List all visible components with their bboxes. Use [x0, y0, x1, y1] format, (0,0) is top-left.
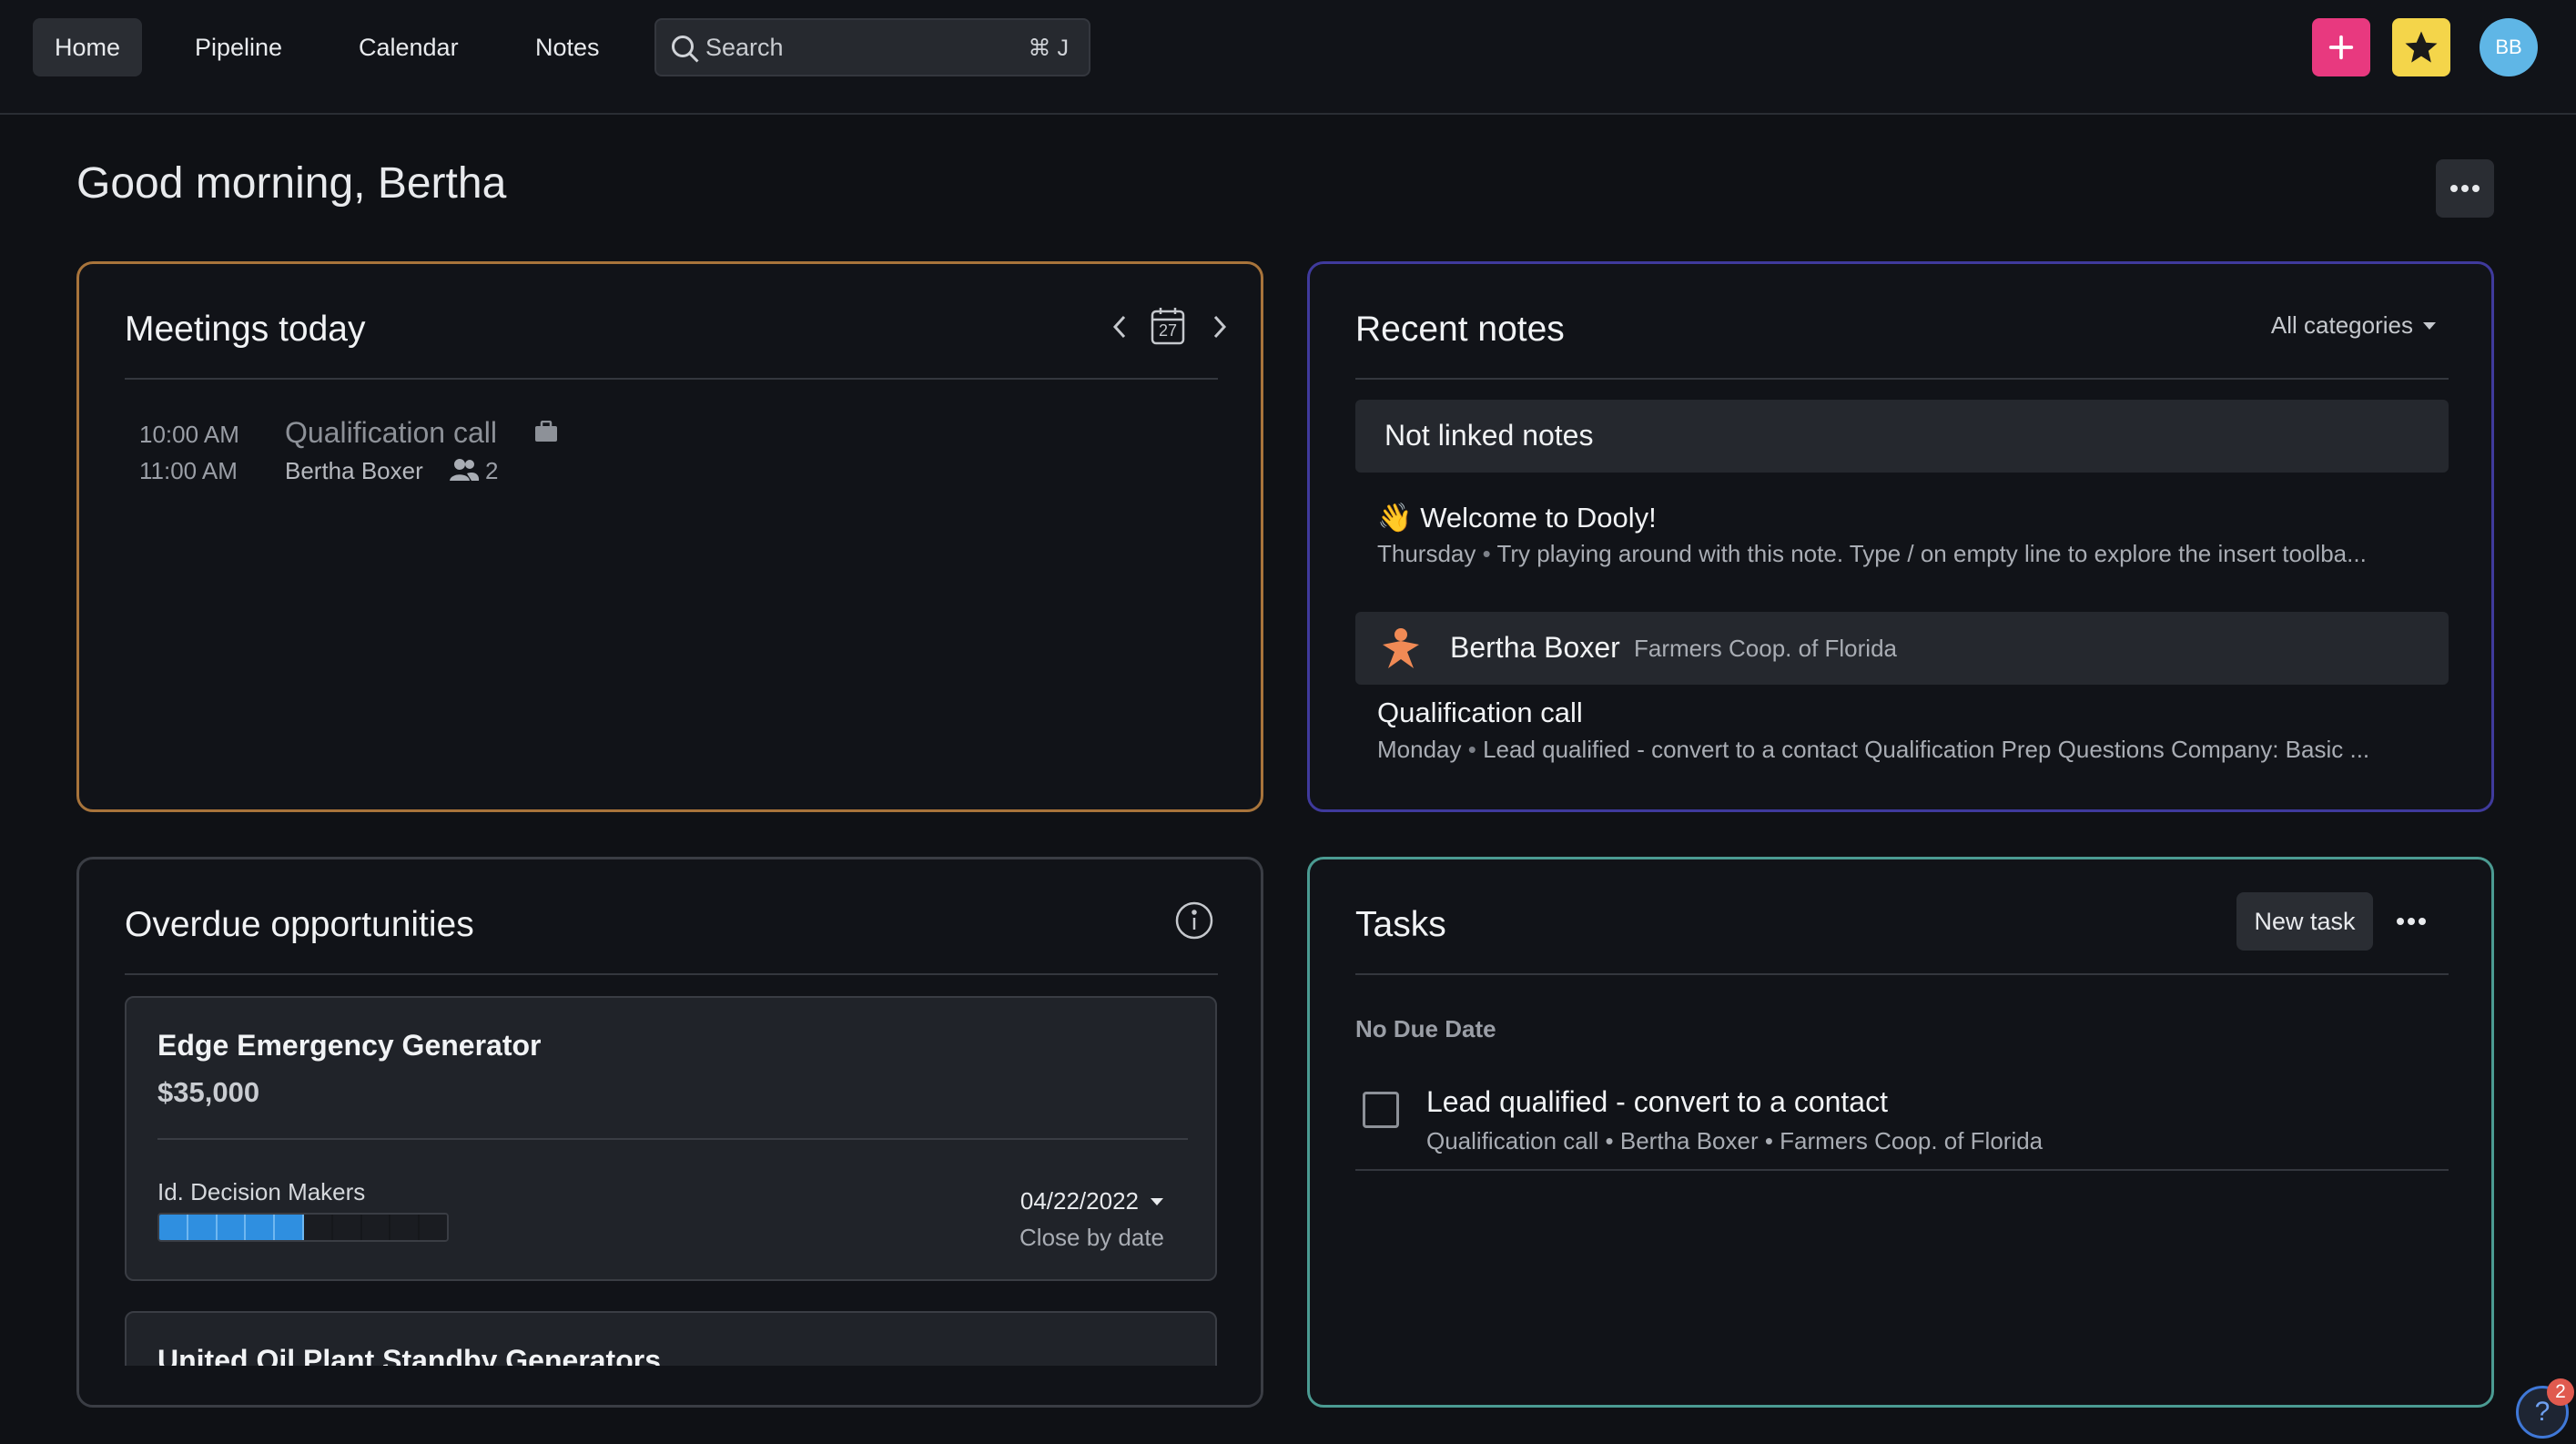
meeting-start-time: 10:00 AM [139, 421, 239, 448]
overdue-opportunities-card: Overdue opportunities Edge Emergency Gen… [76, 857, 1263, 1408]
note-title: Qualification call [1377, 697, 1583, 728]
note-preview: Lead qualified - convert to a contact Qu… [1483, 736, 2370, 763]
chevron-right-icon[interactable] [1208, 311, 1232, 342]
stage-progress-bar[interactable] [157, 1213, 449, 1242]
opportunity-amount: $35,000 [157, 1076, 260, 1108]
close-date-dropdown[interactable]: 04/22/2022 [1020, 1187, 1164, 1215]
meeting-title: Qualification call [285, 416, 497, 449]
chevron-left-icon[interactable] [1108, 311, 1131, 342]
add-button[interactable] [2312, 18, 2370, 76]
search-placeholder: Search [705, 33, 784, 61]
category-filter-label: All categories [2270, 311, 2413, 339]
search-icon [672, 36, 699, 63]
task-section-header: No Due Date [1355, 1015, 1496, 1042]
note-meta: Monday • Lead qualified - convert to a c… [1377, 736, 2370, 763]
progress-segment [159, 1215, 188, 1240]
note-day: Monday [1377, 736, 1462, 763]
category-filter-dropdown[interactable]: All categories [2271, 311, 2437, 340]
progress-segment [275, 1215, 304, 1240]
meeting-end-time: 11:00 AM [139, 457, 238, 484]
overdue-divider [125, 973, 1218, 975]
group-title: Not linked notes [1384, 419, 1594, 452]
task-divider [1355, 1169, 2449, 1171]
progress-segment [217, 1215, 247, 1240]
progress-segment [420, 1215, 447, 1240]
close-date-value: 04/22/2022 [1019, 1187, 1139, 1215]
favorites-button[interactable] [2392, 18, 2450, 76]
nav-home[interactable]: Home [33, 18, 143, 76]
meeting-attendee-count: 2 [485, 457, 499, 484]
search-shortcut: ⌘ J [1028, 36, 1069, 61]
opportunity-divider [157, 1138, 1188, 1140]
recent-notes-card: Recent notes All categories Not linked n… [1307, 261, 2494, 812]
overdue-title: Overdue opportunities [125, 905, 474, 944]
scroll-mask [79, 1366, 1261, 1405]
notes-divider [1355, 378, 2449, 380]
top-navigation-bar: Home Pipeline Calendar Notes Search ⌘ J … [0, 0, 2576, 115]
opportunity-stage: Id. Decision Makers [157, 1178, 366, 1205]
plus-icon [2328, 35, 2354, 60]
tasks-divider [1355, 973, 2449, 975]
meetings-title: Meetings today [125, 310, 366, 349]
contact-name: Bertha Boxer [1450, 631, 1620, 664]
task-meta: Qualification call • Bertha Boxer • Farm… [1426, 1127, 2044, 1154]
recent-notes-title: Recent notes [1355, 310, 1565, 349]
caret-down-icon [1151, 1197, 1163, 1205]
tasks-card: Tasks New task No Due Date Lead qualifie… [1307, 857, 2494, 1408]
meeting-person: Bertha Boxer [285, 457, 423, 484]
progress-segment [390, 1215, 421, 1240]
briefcase-icon [535, 421, 557, 442]
people-icon [450, 459, 480, 481]
note-group-header-contact[interactable]: Bertha Boxer Farmers Coop. of Florida [1355, 612, 2449, 685]
contact-company: Farmers Coop. of Florida [1634, 635, 1897, 662]
progress-segment [361, 1215, 391, 1240]
task-title[interactable]: Lead qualified - convert to a contact [1426, 1085, 1888, 1119]
help-notification-badge: 2 [2547, 1378, 2574, 1406]
nav-pipeline[interactable]: Pipeline [173, 18, 304, 76]
progress-segment [332, 1215, 362, 1240]
progress-segment [303, 1215, 333, 1240]
note-meta: Thursday • Try playing around with this … [1377, 540, 2367, 567]
new-task-button[interactable]: New task [2236, 892, 2373, 951]
tasks-title: Tasks [1355, 905, 1446, 944]
note-preview: Try playing around with this note. Type … [1496, 540, 2367, 567]
calendar-picker[interactable]: 27 [1150, 306, 1186, 346]
calendar-day: 27 [1158, 321, 1178, 340]
meetings-card: Meetings today 27 10:00 AM 11:00 AM Qual… [76, 261, 1263, 812]
question-mark-icon: ? [2534, 1397, 2551, 1427]
meetings-divider [125, 378, 1218, 380]
nav-notes[interactable]: Notes [513, 18, 622, 76]
search-input[interactable]: Search ⌘ J [654, 18, 1090, 76]
opportunity-name: Edge Emergency Generator [157, 1029, 542, 1062]
nav-calendar[interactable]: Calendar [337, 18, 481, 76]
close-date-label: Close by date [1019, 1224, 1164, 1251]
info-icon[interactable] [1174, 900, 1214, 941]
user-avatar[interactable]: BB [2480, 18, 2538, 76]
tasks-more-button[interactable] [2393, 903, 2429, 940]
contact-person-icon [1383, 628, 1419, 668]
progress-segment [246, 1215, 276, 1240]
page-more-button[interactable] [2436, 159, 2494, 218]
caret-down-icon [2423, 321, 2436, 330]
note-day: Thursday [1377, 540, 1476, 567]
progress-segment [188, 1215, 218, 1240]
note-title: 👋 Welcome to Dooly! [1377, 502, 1657, 534]
task-checkbox[interactable] [1363, 1092, 1399, 1128]
note-group-header-unlinked: Not linked notes [1355, 400, 2449, 473]
more-horizontal-icon [2397, 918, 2426, 925]
star-icon [2405, 31, 2438, 63]
opportunity-card[interactable]: Edge Emergency Generator $35,000 Id. Dec… [125, 996, 1217, 1281]
more-horizontal-icon [2450, 185, 2480, 192]
page-title: Good morning, Bertha [76, 159, 507, 208]
